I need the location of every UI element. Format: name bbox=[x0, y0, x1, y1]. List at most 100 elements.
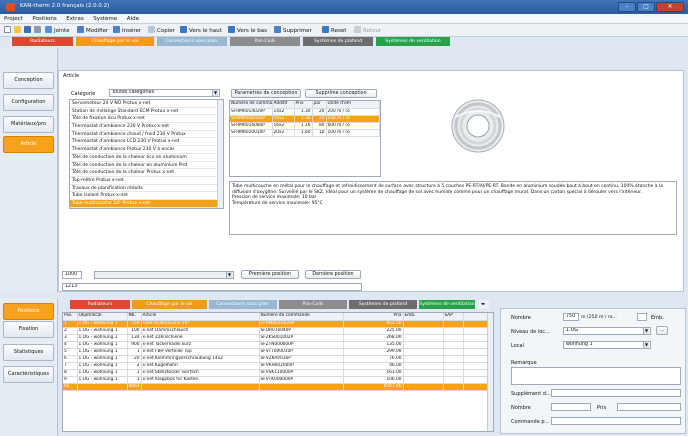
tab-chauffage-sol[interactable]: Chauffage par le sol bbox=[76, 37, 154, 46]
list-item[interactable]: Tôle de conduction de la chaleur en alum… bbox=[70, 162, 223, 170]
tab-chauffage-sol-bottom[interactable]: Chauffage par le sol bbox=[132, 300, 207, 309]
tab-convecteurs[interactable]: Convecteurs sous plan. bbox=[157, 37, 227, 46]
category-select[interactable]: Toutes catégories ▼ bbox=[109, 89, 220, 97]
prix-field[interactable] bbox=[617, 403, 681, 411]
list-item[interactable]: Tube isolant Protux x-net bbox=[70, 192, 223, 200]
list-item[interactable]: Servomoteur 24 V NO Protux x-net bbox=[70, 100, 223, 108]
menu-extras[interactable]: Extras bbox=[66, 16, 83, 22]
last-position-button[interactable]: Dernière position bbox=[305, 270, 361, 279]
move-up-button[interactable]: Vers le haut bbox=[180, 26, 222, 35]
insert-button[interactable]: Insérer bbox=[113, 26, 141, 35]
tab-pan-coils[interactable]: Pan-Coils bbox=[230, 37, 300, 46]
remarque-label: Remarque bbox=[511, 360, 537, 366]
chevron-down-icon[interactable]: ▼ bbox=[643, 342, 649, 348]
variant-row[interactable]: SFRMR016080P 16x2 1.16 80 600 m / ro bbox=[230, 122, 380, 130]
nav-article[interactable]: Article bbox=[3, 136, 54, 153]
nombre2-field[interactable] bbox=[551, 403, 591, 411]
table-row[interactable]: 8 1.OG - wohnung 1 1 x-net Stellstecker vie… bbox=[63, 369, 493, 377]
menu-aide[interactable]: Aide bbox=[127, 16, 139, 22]
list-item[interactable]: Tôle de conduction de la chaleur éco en … bbox=[70, 154, 223, 162]
positions-table[interactable]: Pos. Objet/local Nb. Article Numéro de c… bbox=[62, 312, 494, 432]
article-list-scrollbar[interactable] bbox=[217, 100, 223, 208]
maximize-button[interactable]: □ bbox=[637, 2, 655, 12]
tab-ventilation-bottom[interactable]: Systèmes de ventilation bbox=[419, 300, 475, 309]
list-item-selected[interactable]: Tube multicouche 16* Protux x-net bbox=[70, 199, 223, 208]
menu-project[interactable]: Project bbox=[4, 16, 23, 22]
tab-ventilation[interactable]: Systèmes de ventilation bbox=[376, 37, 450, 46]
table-row[interactable]: 4 1.OG - wohnung 1 900 x-net Tackernadel ku… bbox=[63, 341, 493, 349]
chevron-down-icon[interactable]: ▼ bbox=[643, 328, 649, 334]
table-row[interactable]: 2 1.OG - wohnung 1 100 x-net Dämmschlauch SF… bbox=[63, 327, 493, 335]
table-row[interactable]: 5 1.OG - wohnung 1 1 x-net FBH Verteiler To… bbox=[63, 348, 493, 356]
list-item[interactable]: Thermostat d'ambiance 230 V Protux x-net bbox=[70, 123, 223, 131]
quantity-field[interactable]: 1000 bbox=[62, 271, 82, 279]
niveau-select[interactable]: 1.OG ▼ bbox=[563, 327, 651, 335]
emb-field[interactable] bbox=[637, 313, 647, 321]
variant-row[interactable]: SFRMR014020P 14x2 1.30 20 200 m / ro bbox=[230, 108, 380, 116]
print-icon[interactable] bbox=[34, 26, 43, 35]
list-item[interactable]: Thermostat d'ambiance LCD 230 V Protux x… bbox=[70, 138, 223, 147]
commande-field[interactable] bbox=[551, 417, 681, 425]
nav-statistiques[interactable]: Statistiques bbox=[3, 344, 54, 361]
list-item[interactable]: Tôle de conduction de la chaleur Protux … bbox=[70, 169, 223, 177]
copy-button[interactable]: Copier bbox=[148, 26, 175, 35]
minimize-button[interactable]: – bbox=[618, 2, 636, 12]
tab-radiateurs-bottom[interactable]: Radiateurs bbox=[70, 300, 130, 309]
table-row[interactable]: 3 1.OG - wohnung 1 134 x-net Zahnschiene SFZ… bbox=[63, 334, 493, 342]
move-down-button[interactable]: Vers le bas bbox=[228, 26, 267, 35]
save-icon[interactable] bbox=[24, 26, 33, 35]
chevron-down-icon[interactable]: ▼ bbox=[212, 90, 218, 96]
list-item[interactable]: Top-mètre Protux x-net bbox=[70, 177, 223, 185]
modify-button[interactable]: Modifier bbox=[77, 26, 108, 35]
table-row[interactable]: 9 1.OG - wohnung 1 1 x-net Klappbox für Kas… bbox=[63, 376, 493, 384]
first-position-button[interactable]: Première position bbox=[241, 270, 299, 279]
tab-plafond[interactable]: Systèmes de plafond bbox=[303, 37, 373, 46]
menu-positions[interactable]: Positions bbox=[32, 16, 56, 22]
nav-positions[interactable]: Positions bbox=[3, 303, 54, 320]
nav-fixation[interactable]: Fixation bbox=[3, 321, 54, 338]
variant-header: Unité d'em bbox=[326, 101, 380, 109]
back-button[interactable]: Retour bbox=[354, 26, 381, 35]
positions-scrollbar[interactable] bbox=[487, 313, 493, 431]
supprime-conception-button[interactable]: Supprime conception bbox=[305, 89, 377, 98]
table-row-selected[interactable]: 1 1.OG - wohnung 1 750 Tube multicouche 16*… bbox=[63, 320, 493, 328]
reset-button[interactable]: Reset bbox=[322, 26, 346, 35]
tabs-scroll-arrows-icon[interactable]: ◂▸ bbox=[477, 300, 489, 309]
tab-plafond-bottom[interactable]: Systèmes de plafond bbox=[349, 300, 417, 309]
nombre-field[interactable]: 750 bbox=[563, 313, 579, 321]
list-item[interactable]: Station de mélange Standard ECM Protux x… bbox=[70, 108, 223, 116]
nav-materiaux[interactable]: Matériaux/pro bbox=[3, 116, 54, 133]
table-row[interactable]: 6 1.OG - wohnung 1 20 x-net Klemmringversch… bbox=[63, 355, 493, 363]
open-icon[interactable] bbox=[14, 26, 23, 35]
menu-systeme[interactable]: Système bbox=[93, 16, 117, 22]
list-item[interactable]: Thermostat d'ambiance Protux 230 V à enc… bbox=[70, 146, 223, 154]
delete-button[interactable]: Supprimer bbox=[274, 26, 312, 35]
tab-pan-coils-bottom[interactable]: Pan-Coils bbox=[279, 300, 347, 309]
list-item[interactable]: Travaux de planification réduits bbox=[70, 185, 223, 193]
new-icon[interactable] bbox=[4, 26, 13, 35]
variant-row-selected[interactable]: SFRMR016020P 16x2 1.36 20 200 m / ro bbox=[230, 115, 380, 123]
params-conception-button[interactable]: Paramètres de conception bbox=[231, 89, 301, 98]
variant-row[interactable]: SFRMR020010P 20x2 1.60 10 100 m / ro bbox=[230, 129, 380, 137]
niveau-more-button[interactable]: … bbox=[656, 326, 668, 335]
position-select[interactable]: ▼ bbox=[94, 271, 234, 279]
close-button[interactable]: ✕ bbox=[656, 2, 684, 12]
list-item[interactable]: Tôle de fixation écu Protux x-net bbox=[70, 115, 223, 124]
nav-conception[interactable]: Conception bbox=[3, 72, 54, 89]
nav-caracteristiques[interactable]: Caractéristiques bbox=[3, 366, 54, 383]
local-select[interactable]: wohnung 1 ▼ bbox=[563, 341, 651, 349]
secondary-field[interactable]: 1213 bbox=[62, 283, 362, 291]
article-list[interactable]: Servomoteur 24 V NO Protux x-net Station… bbox=[69, 99, 224, 209]
list-item[interactable]: Thermostat d'ambiance chaud / froid 230 … bbox=[70, 131, 223, 139]
supplement-field[interactable] bbox=[551, 389, 681, 397]
positions-header: Pos. bbox=[63, 313, 78, 321]
join-button[interactable]: Jointe bbox=[45, 26, 70, 35]
table-row[interactable]: 7 1.OG - wohnung 1 2 x-net Kugelhahn SFVKH00… bbox=[63, 362, 493, 370]
nav-configuration[interactable]: Configuration bbox=[3, 94, 54, 111]
tab-convecteurs-bottom[interactable]: Convecteurs sous plan. bbox=[209, 300, 277, 309]
table-cell: 4 bbox=[63, 341, 78, 349]
chevron-down-icon[interactable]: ▼ bbox=[226, 272, 232, 278]
tab-radiateurs[interactable]: Radiateurs bbox=[12, 37, 73, 46]
remarque-field[interactable] bbox=[511, 367, 681, 385]
variant-table[interactable]: Numéro de comma Additif Prix par Unité d… bbox=[229, 100, 381, 177]
